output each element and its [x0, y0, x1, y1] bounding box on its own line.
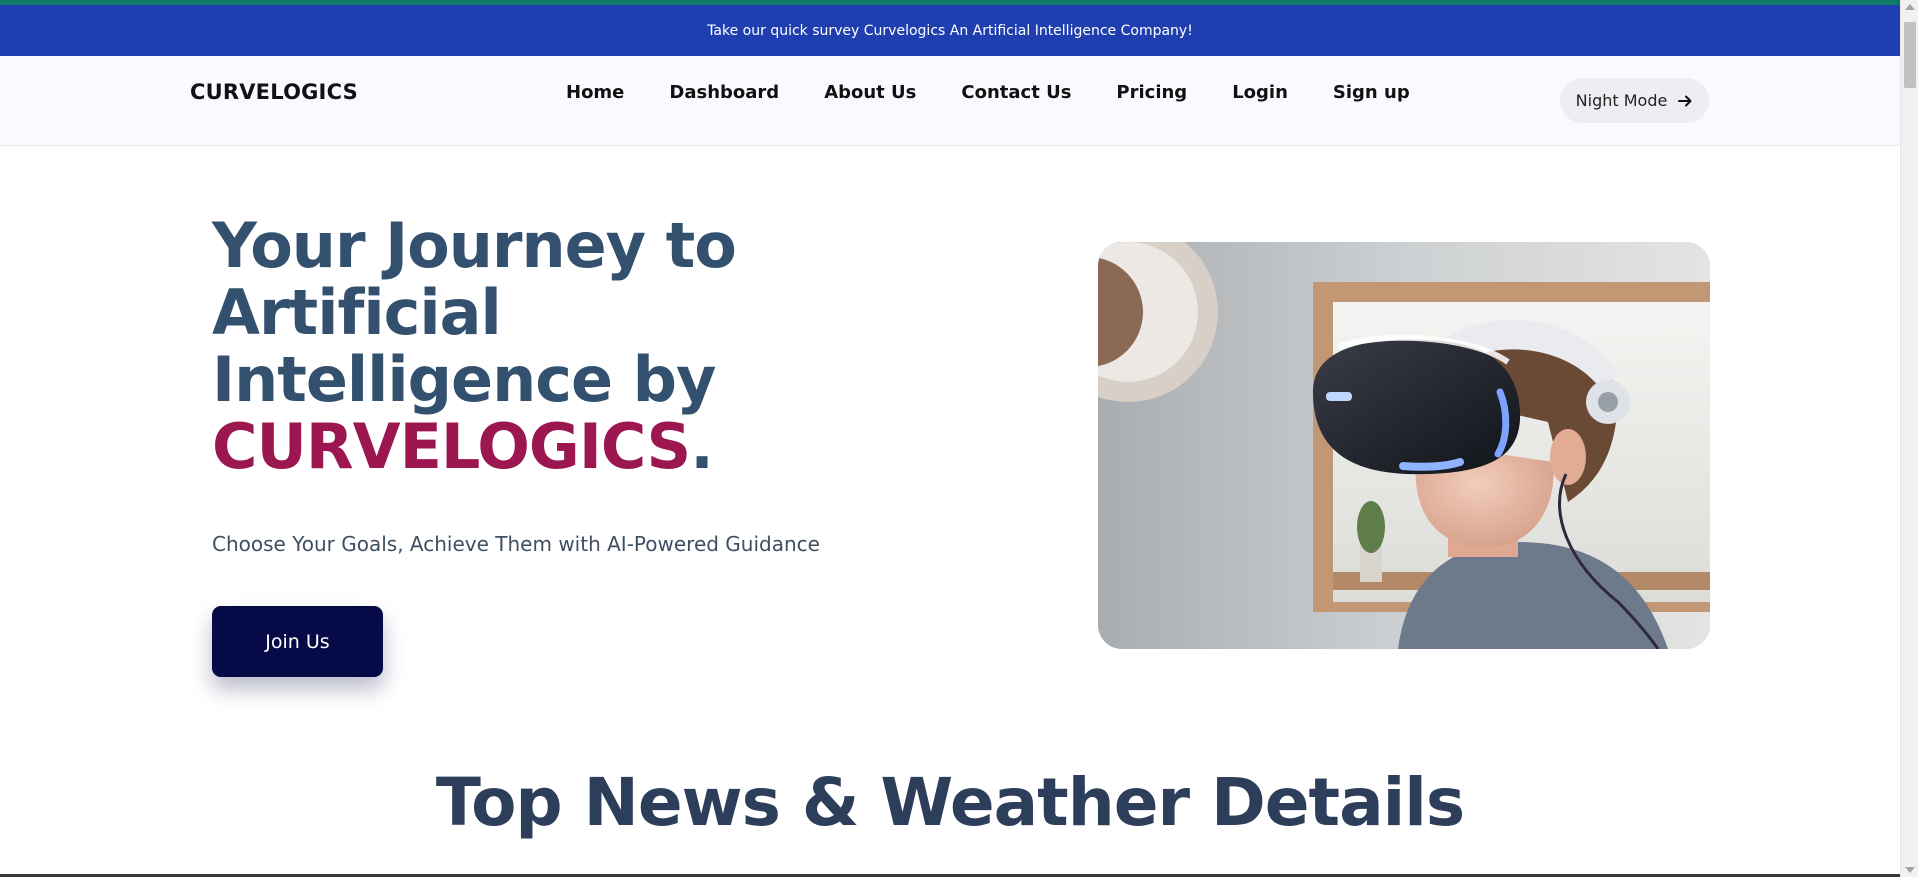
hero-title-line2: Artificial: [212, 276, 502, 349]
announcement-bar[interactable]: Take our quick survey Curvelogics An Art…: [0, 5, 1900, 56]
navbar: CURVELOGICS Home Dashboard About Us Cont…: [0, 56, 1900, 146]
scroll-down-icon[interactable]: [1905, 867, 1915, 873]
hero-subtitle: Choose Your Goals, Achieve Them with AI-…: [212, 532, 820, 556]
nav-link-contact-us[interactable]: Contact Us: [961, 82, 1071, 103]
hero-title: Your Journey to Artificial Intelligence …: [212, 212, 832, 480]
join-us-button[interactable]: Join Us: [212, 606, 383, 677]
announcement-text[interactable]: Take our quick survey Curvelogics An Art…: [707, 23, 1193, 39]
nav-link-about-us[interactable]: About Us: [824, 82, 916, 103]
night-mode-label: Night Mode: [1575, 91, 1668, 110]
section-title-news-weather: Top News & Weather Details: [435, 764, 1465, 841]
hero-illustration: [1098, 242, 1710, 649]
join-us-label: Join Us: [265, 630, 330, 653]
nav-link-pricing[interactable]: Pricing: [1116, 82, 1187, 103]
nav-link-dashboard[interactable]: Dashboard: [669, 82, 779, 103]
nav-link-home[interactable]: Home: [566, 82, 624, 103]
night-mode-button[interactable]: Night Mode: [1560, 78, 1709, 123]
scrollbar-thumb[interactable]: [1904, 22, 1916, 88]
arrow-right-icon: [1678, 95, 1692, 106]
hero-title-line1: Your Journey to: [212, 209, 737, 282]
site-logo[interactable]: CURVELOGICS: [190, 80, 358, 104]
nav-links: Home Dashboard About Us Contact Us Prici…: [566, 82, 1410, 103]
hero-image-vr-child: [1098, 242, 1710, 649]
scroll-up-icon[interactable]: [1905, 4, 1915, 10]
hero-title-period: .: [690, 410, 714, 483]
hero-title-line3: Intelligence by: [212, 343, 716, 416]
page-scrollbar[interactable]: [1900, 0, 1918, 877]
nav-link-login[interactable]: Login: [1232, 82, 1288, 103]
nav-link-sign-up[interactable]: Sign up: [1333, 82, 1410, 103]
hero-title-brand: CURVELOGICS: [212, 410, 691, 483]
